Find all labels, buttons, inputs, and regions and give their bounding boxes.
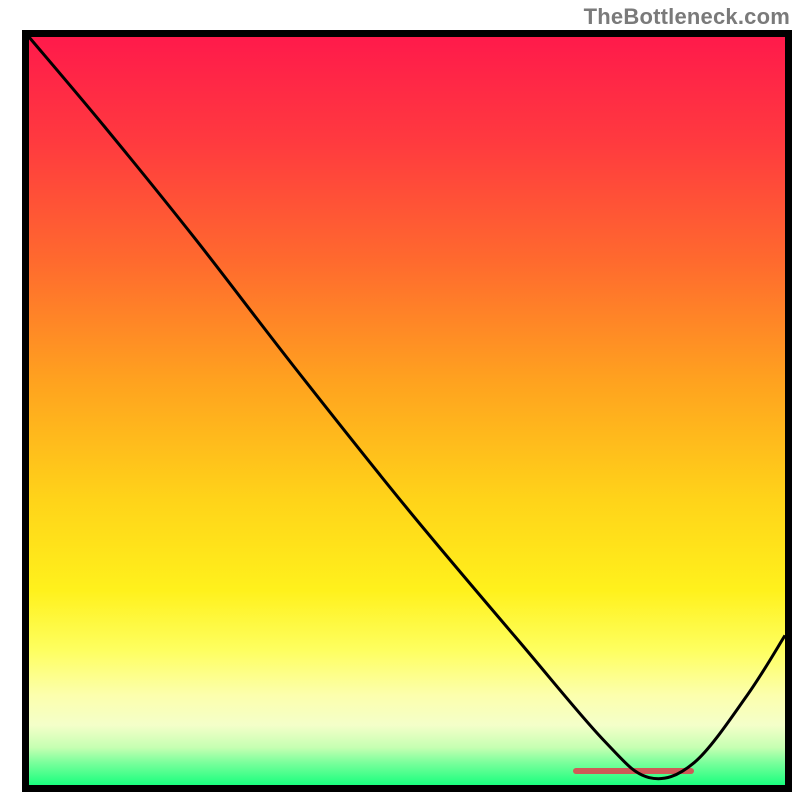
bottleneck-curve — [29, 37, 785, 785]
chart-frame — [22, 30, 792, 792]
curve-path — [29, 37, 785, 779]
watermark-text: TheBottleneck.com — [584, 4, 790, 30]
